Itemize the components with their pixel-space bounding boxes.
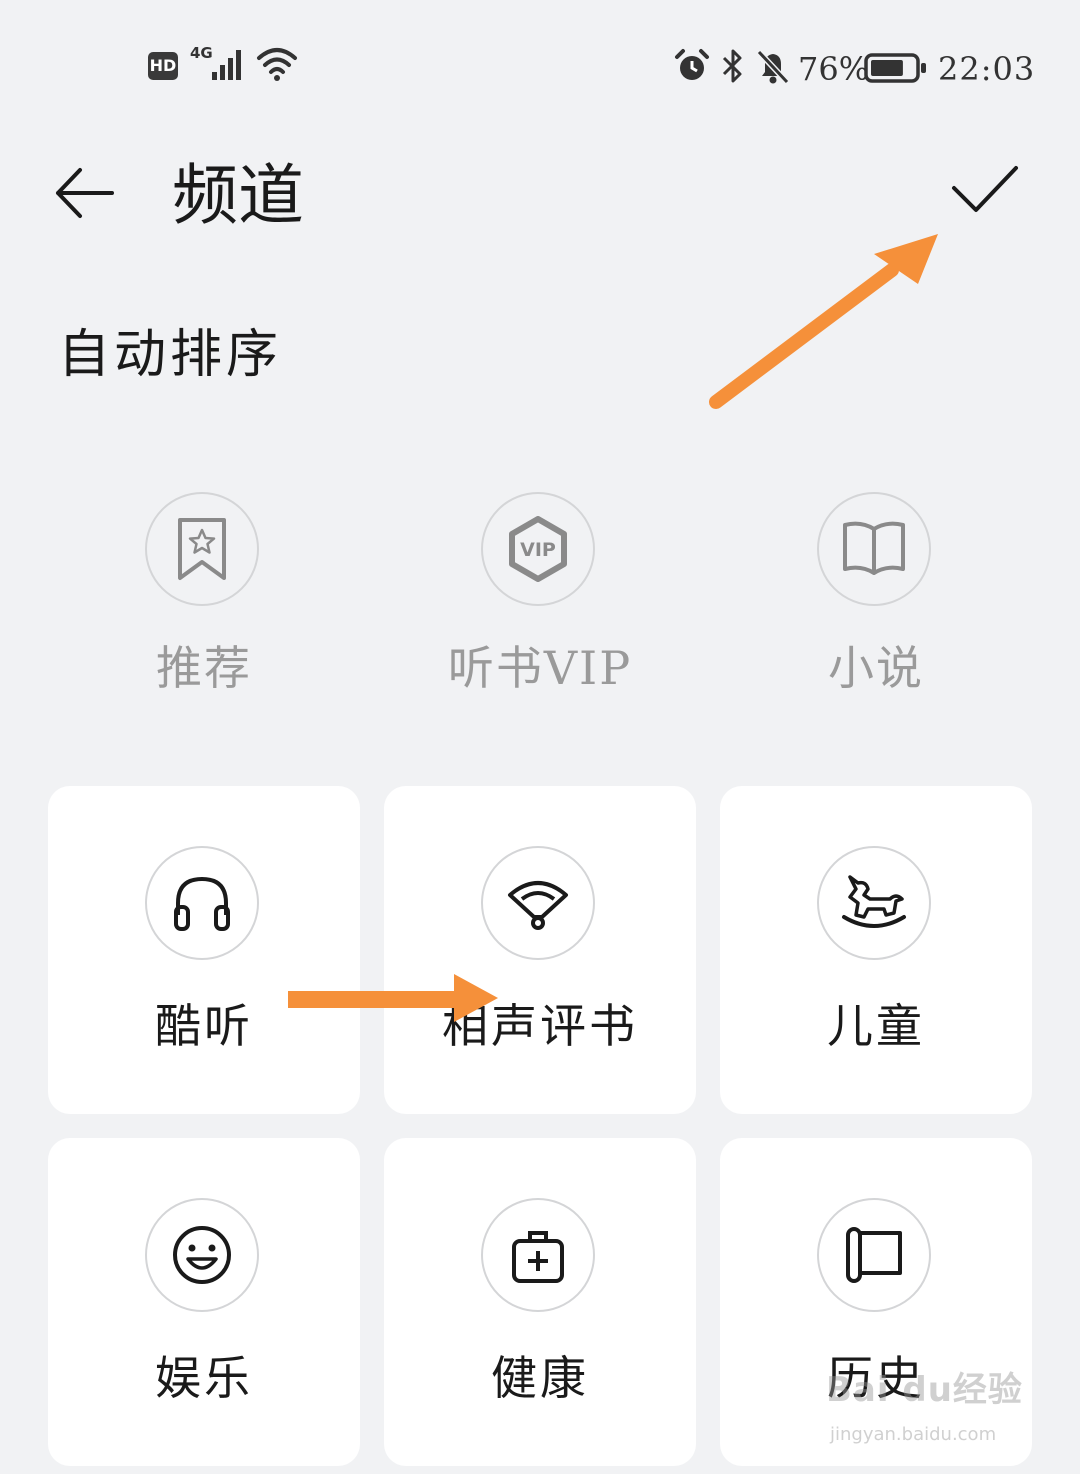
channel-card-kuting[interactable]: 酷听 [48, 786, 360, 1114]
headphones-icon [174, 876, 230, 931]
fixed-channel-label: 推荐 [156, 641, 252, 695]
wifi-icon [257, 48, 297, 81]
channel-icon-wrap [481, 846, 595, 960]
medical-kit-icon [512, 1231, 564, 1283]
channel-label: 酷听 [155, 999, 253, 1053]
battery-percent: 76% [798, 50, 870, 88]
channel-icon-wrap [145, 1198, 259, 1312]
channel-label: 相声评书 [442, 999, 638, 1053]
channel-card-crosstalk[interactable]: 相声评书 [384, 786, 696, 1114]
scroll-icon [846, 1227, 902, 1283]
battery-icon [864, 53, 926, 83]
fixed-channel-label: 小说 [828, 641, 924, 695]
fixed-channel-label: 听书VIP [447, 641, 633, 695]
bluetooth-icon [722, 49, 742, 83]
baidu-watermark: Bai du经验 jingyan.baidu.com [826, 1362, 1026, 1462]
open-book-icon [843, 521, 905, 575]
status-bar: HD 4G 76% 22:03 [0, 0, 1080, 130]
fan-icon [508, 881, 568, 930]
clock: 22:03 [938, 50, 1036, 88]
page-title: 频道 [172, 157, 304, 234]
alarm-icon [675, 49, 709, 80]
channel-card-health[interactable]: 健康 [384, 1138, 696, 1466]
channel-icon-wrap [817, 1198, 931, 1312]
signal-icon [212, 50, 241, 80]
fixed-channel-icon-wrap [817, 492, 931, 606]
fixed-channel-vip: VIP 听书VIP [390, 492, 690, 722]
watermark-url: jingyan.baidu.com [830, 1424, 997, 1445]
fixed-channel-icon-wrap [145, 492, 259, 606]
channel-icon-wrap [145, 846, 259, 960]
channel-card-children[interactable]: 儿童 [720, 786, 1032, 1114]
check-icon[interactable] [948, 158, 1022, 220]
watermark-brand: Bai du经验 [826, 1370, 1023, 1410]
rocking-horse-icon [842, 875, 906, 928]
vip-badge-icon: VIP [509, 516, 567, 582]
smiley-icon [173, 1226, 231, 1284]
hd-badge: HD [148, 52, 178, 80]
fixed-channel-novel: 小说 [726, 492, 1026, 722]
back-arrow-icon[interactable] [50, 158, 120, 228]
svg-text:VIP: VIP [520, 539, 556, 561]
channel-icon-wrap [481, 1198, 595, 1312]
fixed-channel-icon-wrap: VIP [481, 492, 595, 606]
bookmark-star-icon [178, 518, 226, 580]
mute-icon [756, 49, 790, 85]
arrow-to-check-icon [709, 234, 938, 409]
auto-sort-option[interactable]: 自动排序 [58, 322, 282, 388]
channel-icon-wrap [817, 846, 931, 960]
channel-label: 健康 [491, 1351, 589, 1405]
channel-label: 娱乐 [155, 1351, 253, 1405]
fixed-channel-recommend: 推荐 [54, 492, 354, 722]
channel-label: 儿童 [827, 999, 925, 1053]
channel-card-entertainment[interactable]: 娱乐 [48, 1138, 360, 1466]
